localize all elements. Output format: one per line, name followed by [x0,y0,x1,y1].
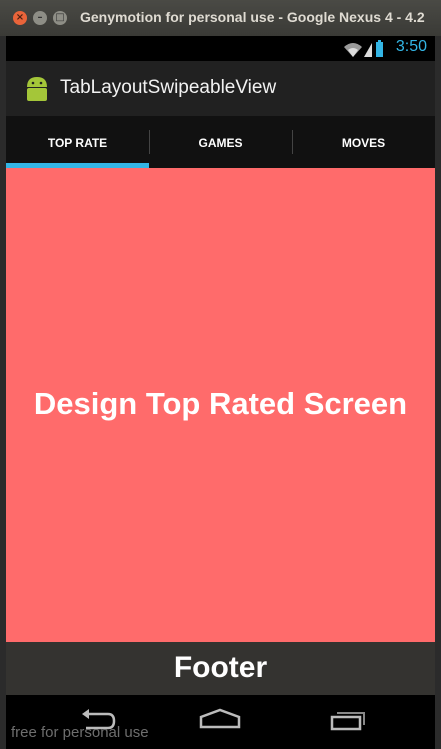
device-screen: 3:50 TabLayoutSwipeableView TOP RATE GAM… [6,36,435,749]
window-close-button[interactable]: × [13,11,27,25]
top-rated-content[interactable]: Design Top Rated Screen [6,168,435,642]
window-minimize-button[interactable]: – [33,11,47,25]
content-heading: Design Top Rated Screen [33,386,408,421]
status-bar: 3:50 [6,36,435,61]
status-icons [343,40,383,62]
status-time: 3:50 [395,38,427,55]
tab-top-rate[interactable]: TOP RATE [6,116,149,168]
action-bar: TabLayoutSwipeableView [6,61,435,116]
recent-apps-icon[interactable] [324,705,368,737]
tab-moves[interactable]: MOVES [292,116,435,168]
home-icon[interactable] [198,705,242,737]
watermark: free for personal use [11,724,149,741]
footer: Footer [6,642,435,695]
tab-games[interactable]: GAMES [149,116,292,168]
app-title: TabLayoutSwipeableView [60,77,277,98]
window-title: Genymotion for personal use - Google Nex… [80,9,425,25]
footer-text: Footer [173,651,268,684]
window-titlebar: × – □ Genymotion for personal use - Goog… [0,0,441,36]
tab-bar: TOP RATE GAMES MOVES [6,116,435,168]
android-app-icon [27,77,47,101]
window-maximize-button[interactable]: □ [53,11,67,25]
wifi-signal-battery-icon [344,40,383,57]
